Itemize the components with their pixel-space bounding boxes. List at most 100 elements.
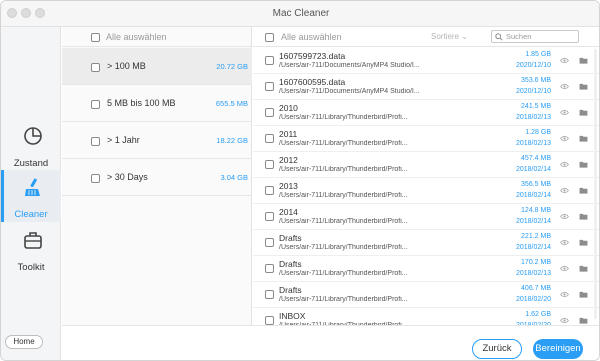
folder-icon[interactable] <box>579 291 588 298</box>
file-size: 1.62 GB <box>525 311 551 318</box>
file-row[interactable]: 1607600595.data /Users/air-711/Documents… <box>253 74 599 100</box>
preview-eye-icon[interactable] <box>560 135 569 142</box>
file-date: 2018/02/13 <box>515 140 551 147</box>
nav-item-label: Cleaner <box>14 209 48 220</box>
sort-dropdown[interactable]: Sortiere ⌄ <box>431 32 468 41</box>
preview-eye-icon[interactable] <box>560 187 569 194</box>
folder-icon[interactable] <box>579 135 588 142</box>
file-size: 1.85 GB <box>525 51 551 58</box>
nav-item-toolkit[interactable]: Toolkit <box>1 223 61 275</box>
nav-item-cleaner[interactable]: Cleaner <box>1 170 61 222</box>
select-all-files-checkbox[interactable] <box>265 33 274 42</box>
file-checkbox[interactable] <box>265 108 274 117</box>
clean-button[interactable]: Bereinigen <box>533 339 583 359</box>
file-name: 2010 <box>279 103 298 113</box>
file-date: 2020/12/10 <box>515 62 551 69</box>
preview-eye-icon[interactable] <box>560 239 569 246</box>
preview-eye-icon[interactable] <box>560 83 569 90</box>
preview-eye-icon[interactable] <box>560 57 569 64</box>
category-row[interactable]: 5 MB bis 100 MB 655.5 MB <box>62 85 252 122</box>
category-row[interactable]: > 100 MB 20.72 GB <box>62 48 252 85</box>
file-date: 2018/02/13 <box>515 114 551 121</box>
select-all-categories-checkbox[interactable] <box>91 33 100 42</box>
scrollbar[interactable] <box>594 49 597 319</box>
back-button[interactable]: Zurück <box>472 339 522 359</box>
preview-eye-icon[interactable] <box>560 265 569 272</box>
file-row[interactable]: 2010 /Users/air-711/Library/Thunderbird/… <box>253 100 599 126</box>
file-row[interactable]: Drafts /Users/air-711/Library/Thunderbir… <box>253 282 599 308</box>
file-row[interactable]: 1607599723.data /Users/air-711/Documents… <box>253 48 599 74</box>
search-icon <box>495 33 503 41</box>
file-checkbox[interactable] <box>265 160 274 169</box>
file-path: /Users/air-711/Library/Thunderbird/Profi… <box>279 244 408 251</box>
nav-item-zustand[interactable]: Zustand <box>1 119 61 171</box>
folder-icon[interactable] <box>579 83 588 90</box>
category-checkbox[interactable] <box>91 137 100 146</box>
category-size: 655.5 MB <box>215 99 248 108</box>
category-name: > 1 Jahr <box>107 135 140 145</box>
file-name: 1607600595.data <box>279 77 346 87</box>
file-path: /Users/air-711/Library/Thunderbird/Profi… <box>279 114 408 121</box>
file-checkbox[interactable] <box>265 316 274 325</box>
category-header: Alle auswählen <box>62 27 252 47</box>
folder-icon[interactable] <box>579 239 588 246</box>
preview-eye-icon[interactable] <box>560 291 569 298</box>
file-size: 457.4 MB <box>521 155 551 162</box>
folder-icon[interactable] <box>579 161 588 168</box>
nav-item-label: Zustand <box>13 158 49 169</box>
file-list-panel: Alle auswählen Sortiere ⌄ 1607599723.dat… <box>253 27 599 334</box>
preview-eye-icon[interactable] <box>560 213 569 220</box>
file-row[interactable]: 2011 /Users/air-711/Library/Thunderbird/… <box>253 126 599 152</box>
folder-icon[interactable] <box>579 187 588 194</box>
file-date: 2018/02/13 <box>515 270 551 277</box>
select-all-files-label: Alle auswählen <box>281 32 342 42</box>
toolbox-icon <box>24 232 42 249</box>
file-name: 2011 <box>279 129 298 139</box>
folder-icon[interactable] <box>579 213 588 220</box>
file-size: 406.7 MB <box>521 285 551 292</box>
search-box[interactable] <box>491 30 579 43</box>
file-row[interactable]: 2012 /Users/air-711/Library/Thunderbird/… <box>253 152 599 178</box>
file-checkbox[interactable] <box>265 212 274 221</box>
category-name: > 100 MB <box>107 61 146 71</box>
file-checkbox[interactable] <box>265 238 274 247</box>
preview-eye-icon[interactable] <box>560 317 569 324</box>
file-path: /Users/air-711/Library/Thunderbird/Profi… <box>279 270 408 277</box>
file-checkbox[interactable] <box>265 82 274 91</box>
file-path: /Users/air-711/Library/Thunderbird/Profi… <box>279 192 408 199</box>
file-checkbox[interactable] <box>265 56 274 65</box>
file-size: 1.28 GB <box>525 129 551 136</box>
file-name: 1607599723.data <box>279 51 346 61</box>
folder-icon[interactable] <box>579 109 588 116</box>
category-checkbox[interactable] <box>91 100 100 109</box>
file-checkbox[interactable] <box>265 186 274 195</box>
file-path: /Users/air-711/Library/Thunderbird/Profi… <box>279 218 408 225</box>
file-name: Drafts <box>279 285 302 295</box>
file-row[interactable]: Drafts /Users/air-711/Library/Thunderbir… <box>253 230 599 256</box>
category-size: 20.72 GB <box>216 62 248 71</box>
preview-eye-icon[interactable] <box>560 109 569 116</box>
category-checkbox[interactable] <box>91 174 100 183</box>
sidebar-nav: Zustand Cleaner Toolkit Home <box>1 27 61 360</box>
category-row[interactable]: > 30 Days 3.04 GB <box>62 159 252 196</box>
file-name: Drafts <box>279 259 302 269</box>
file-date: 2020/12/10 <box>515 88 551 95</box>
folder-icon[interactable] <box>579 57 588 64</box>
home-button[interactable]: Home <box>5 335 43 349</box>
file-size: 241.5 MB <box>521 103 551 110</box>
file-row[interactable]: 2014 /Users/air-711/Library/Thunderbird/… <box>253 204 599 230</box>
search-input[interactable] <box>506 31 576 42</box>
preview-eye-icon[interactable] <box>560 161 569 168</box>
category-row[interactable]: > 1 Jahr 18.22 GB <box>62 122 252 159</box>
file-checkbox[interactable] <box>265 134 274 143</box>
category-checkbox[interactable] <box>91 63 100 72</box>
folder-icon[interactable] <box>579 265 588 272</box>
file-checkbox[interactable] <box>265 290 274 299</box>
folder-icon[interactable] <box>579 317 588 324</box>
file-list-header: Alle auswählen Sortiere ⌄ <box>253 27 599 47</box>
file-size: 353.6 MB <box>521 77 551 84</box>
file-row[interactable]: 2013 /Users/air-711/Library/Thunderbird/… <box>253 178 599 204</box>
file-checkbox[interactable] <box>265 264 274 273</box>
file-row[interactable]: Drafts /Users/air-711/Library/Thunderbir… <box>253 256 599 282</box>
bottom-bar: Zurück Bereinigen <box>62 325 599 360</box>
